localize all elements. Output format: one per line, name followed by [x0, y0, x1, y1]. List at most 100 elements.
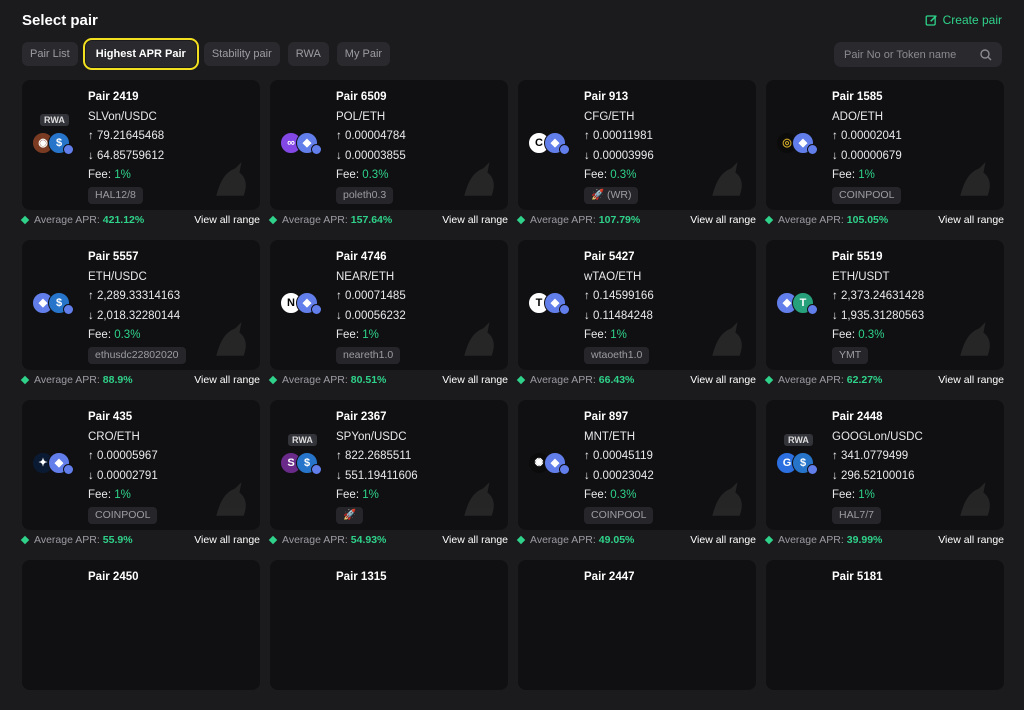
search-icon[interactable] [980, 48, 992, 61]
unicorn-watermark-icon [960, 162, 990, 196]
tab-rwa[interactable]: RWA [287, 42, 329, 66]
fee-line: Fee: 1% [832, 169, 875, 181]
apr-value: 39.99% [846, 534, 883, 546]
pair-cell: ◎ ◆ Pair 1585 ADO/ETH ↑ 0.00002041 ↓ 0.000… [764, 80, 1004, 230]
arrow-down-icon: ↓ [832, 469, 841, 482]
card-footer: Average APR: 66.43% View all range [516, 370, 756, 390]
pair-cell: Pair 5181 [766, 560, 1004, 710]
price-up: ↑ 2,289.33314163 [88, 290, 181, 302]
eth-chain-icon [311, 304, 322, 315]
create-pair-button[interactable]: Create pair [925, 13, 1002, 27]
price-up: ↑ 341.0779499 [832, 450, 909, 462]
pair-card[interactable]: ∞ ◆ Pair 6509 POL/ETH ↑ 0.00004784 ↓ 0.000… [270, 80, 508, 210]
pair-card[interactable]: RWA G $ Pair 2448 GOOGLon/USDC ↑ 341.077949… [766, 400, 1004, 530]
arrow-up-icon: ↑ [832, 450, 841, 462]
pair-card[interactable]: C ◆ Pair 913 CFG/ETH ↑ 0.00011981 ↓ 0.0000… [518, 80, 756, 210]
price-up: ↑ 79.21645468 [88, 130, 165, 142]
pair-tag: 🚀 (WR) [584, 186, 639, 204]
pair-cell: ◆ $ Pair 5557 ETH/USDC ↑ 2,289.33314163 ↓ … [20, 240, 260, 390]
arrow-down-icon: ↓ [832, 149, 841, 162]
price-up: ↑ 0.00002041 [832, 130, 902, 142]
pair-number: Pair 1315 [336, 571, 387, 583]
price-up: ↑ 822.2685511 [336, 450, 412, 462]
price-up: ↑ 0.00005967 [88, 450, 158, 462]
average-apr: Average APR: 80.51% [268, 374, 386, 386]
view-range-link[interactable]: View all range [690, 214, 756, 226]
arrow-up-icon: ↑ [336, 130, 345, 142]
average-apr: Average APR: 55.9% [20, 534, 133, 546]
price-down: ↓ 1,935.31280563 [832, 309, 925, 322]
pair-tokens: CFG/ETH [584, 110, 635, 123]
tab-stability[interactable]: Stability pair [203, 42, 280, 66]
token-pair-logo: S $ [280, 450, 322, 475]
arrow-down-icon: ↓ [584, 309, 593, 322]
tab-pair-list[interactable]: Pair List [22, 42, 78, 66]
eth-chain-icon [63, 304, 74, 315]
fee-line: Fee: 1% [336, 489, 379, 501]
token-pair-logo: ◆ T [776, 290, 818, 315]
average-apr: Average APR: 54.93% [268, 534, 387, 546]
pair-card[interactable]: Pair 2450 [22, 560, 260, 690]
pair-card[interactable]: RWA ◉ $ Pair 2419 SLVon/USDC ↑ 79.21645468 … [22, 80, 260, 210]
token-pair-logo: ◎ ◆ [776, 130, 818, 155]
price-up: ↑ 0.00071485 [336, 290, 406, 302]
tab-my-pair[interactable]: My Pair [336, 42, 391, 66]
pair-card[interactable]: Pair 2447 [518, 560, 756, 690]
view-range-link[interactable]: View all range [442, 534, 508, 546]
price-up: ↑ 0.00045119 [584, 450, 653, 462]
diamond-icon [516, 535, 526, 545]
view-range-link[interactable]: View all range [938, 374, 1004, 386]
fee-value: 1% [362, 489, 379, 501]
apr-value: 421.12% [102, 214, 145, 226]
pair-card[interactable]: Pair 1315 [270, 560, 508, 690]
card-footer: Average APR: 62.27% View all range [764, 370, 1004, 390]
pair-tokens: ADO/ETH [832, 110, 884, 123]
pair-tokens: CRO/ETH [88, 430, 140, 443]
apr-value: 105.05% [846, 214, 889, 226]
pair-tag: poleth0.3 [336, 186, 394, 204]
price-down: ↓ 0.11484248 [584, 309, 653, 322]
pair-card[interactable]: RWA S $ Pair 2367 SPYon/USDC ↑ 822.2685511 … [270, 400, 508, 530]
pair-card[interactable]: ✺ ◆ Pair 897 MNT/ETH ↑ 0.00045119 ↓ 0.0002… [518, 400, 756, 530]
fee-value: 1% [362, 329, 379, 341]
pair-card[interactable]: ◆ T Pair 5519 ETH/USDT ↑ 2,373.24631428 ↓ … [766, 240, 1004, 370]
unicorn-watermark-icon [960, 482, 990, 516]
price-down: ↓ 551.19411606 [336, 469, 418, 482]
pair-number: Pair 5427 [584, 251, 635, 263]
fee-line: Fee: 1% [88, 169, 131, 181]
view-range-link[interactable]: View all range [442, 374, 508, 386]
price-down: ↓ 0.00000679 [832, 149, 902, 162]
pair-card[interactable]: ◆ $ Pair 5557 ETH/USDC ↑ 2,289.33314163 ↓ … [22, 240, 260, 370]
view-range-link[interactable]: View all range [194, 534, 260, 546]
pair-card[interactable]: Pair 5181 [766, 560, 1004, 690]
unicorn-watermark-icon [216, 482, 246, 516]
pair-card[interactable]: N ◆ Pair 4746 NEAR/ETH ↑ 0.00071485 ↓ 0.00… [270, 240, 508, 370]
tab-highest-apr[interactable]: Highest APR Pair [82, 38, 199, 70]
apr-value: 54.93% [350, 534, 387, 546]
eth-chain-icon [63, 464, 74, 475]
view-range-link[interactable]: View all range [442, 214, 508, 226]
pair-tag: 🚀 [336, 506, 364, 524]
average-apr: Average APR: 105.05% [764, 214, 889, 226]
pair-card[interactable]: T ◆ Pair 5427 wTAO/ETH ↑ 0.14599166 ↓ 0.11… [518, 240, 756, 370]
view-range-link[interactable]: View all range [690, 374, 756, 386]
fee-line: Fee: 0.3% [336, 169, 389, 181]
token-pair-logo: ◆ $ [32, 290, 74, 315]
token-pair-logo: G $ [776, 450, 818, 475]
view-range-link[interactable]: View all range [938, 214, 1004, 226]
arrow-up-icon: ↑ [88, 130, 97, 142]
pair-card[interactable]: ◎ ◆ Pair 1585 ADO/ETH ↑ 0.00002041 ↓ 0.000… [766, 80, 1004, 210]
view-range-link[interactable]: View all range [938, 534, 1004, 546]
view-range-link[interactable]: View all range [194, 374, 260, 386]
arrow-up-icon: ↑ [832, 290, 841, 302]
pair-tokens: SLVon/USDC [88, 110, 157, 123]
view-range-link[interactable]: View all range [194, 214, 260, 226]
pair-card[interactable]: ✦ ◆ Pair 435 CRO/ETH ↑ 0.00005967 ↓ 0.0000… [22, 400, 260, 530]
diamond-icon [764, 215, 774, 225]
arrow-down-icon: ↓ [336, 469, 345, 482]
average-apr: Average APR: 49.05% [516, 534, 634, 546]
pair-number: Pair 2367 [336, 411, 387, 423]
search-input[interactable] [844, 48, 974, 61]
diamond-icon [20, 375, 30, 385]
view-range-link[interactable]: View all range [690, 534, 756, 546]
